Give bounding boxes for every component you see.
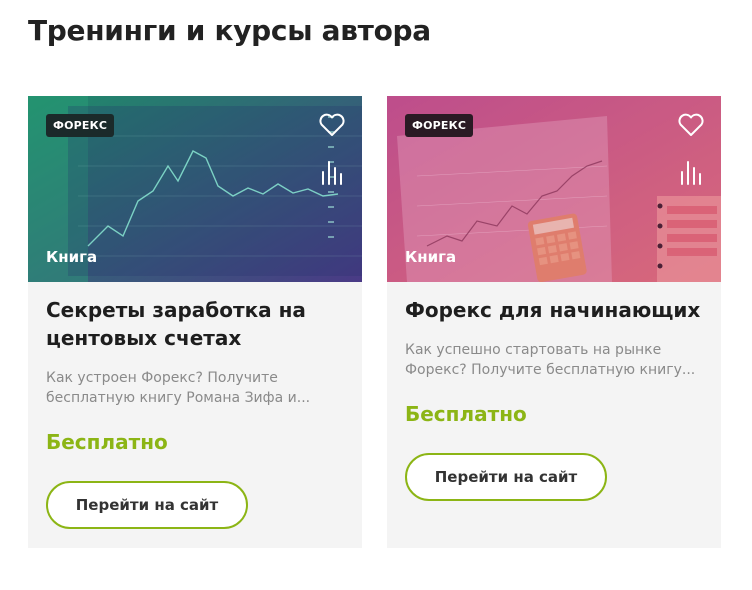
section-title: Тренинги и курсы автора: [28, 14, 431, 47]
stats-icon[interactable]: [679, 160, 701, 186]
course-card[interactable]: ФОРЕКС Книга Секреты заработка на центов…: [28, 96, 362, 548]
card-title[interactable]: Секреты заработка на центовых счетах: [28, 282, 362, 352]
card-type-label: Книга: [46, 248, 98, 266]
go-to-site-button[interactable]: Перейти на сайт: [46, 481, 248, 529]
card-title[interactable]: Форекс для начинающих: [387, 282, 721, 324]
card-description: Как устроен Форекс? Получите бесплатную …: [46, 370, 311, 406]
heart-icon[interactable]: [677, 112, 705, 138]
card-image[interactable]: ФОРЕКС Книга: [28, 96, 362, 282]
card-image[interactable]: ФОРЕКС Книга: [387, 96, 721, 282]
heart-icon[interactable]: [318, 112, 346, 138]
stats-icon[interactable]: [320, 160, 342, 186]
card-price: Бесплатно: [46, 430, 168, 454]
card-type-label: Книга: [405, 248, 457, 266]
course-card[interactable]: ФОРЕКС Книга Форекс для начинающих Как у…: [387, 96, 721, 548]
card-price: Бесплатно: [405, 402, 527, 426]
go-to-site-button[interactable]: Перейти на сайт: [405, 453, 607, 501]
category-badge: ФОРЕКС: [405, 114, 474, 137]
card-description: Как успешно стартовать на рынке Форекс? …: [405, 342, 696, 378]
category-badge: ФОРЕКС: [46, 114, 115, 137]
